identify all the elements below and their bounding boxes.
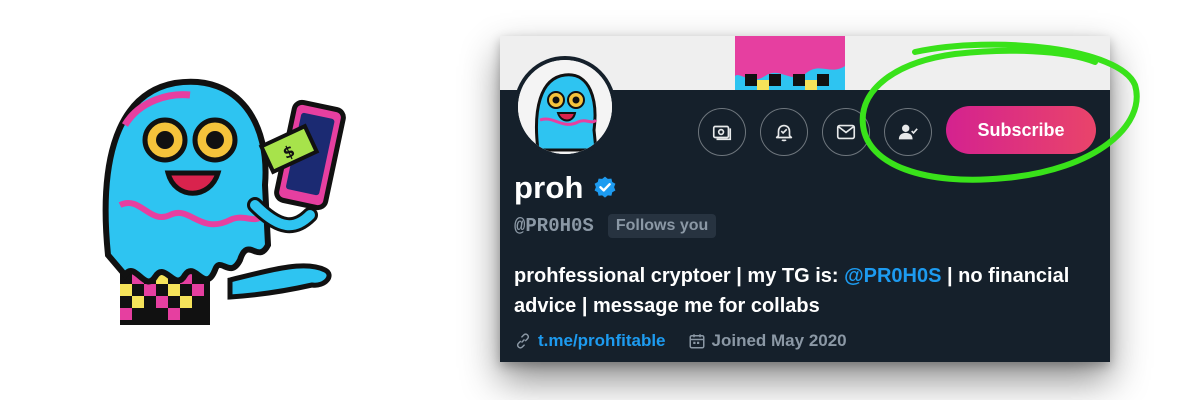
joined-date: Joined May 2020 — [711, 331, 847, 350]
message-button[interactable] — [822, 108, 870, 156]
notifications-button[interactable] — [760, 108, 808, 156]
mail-icon — [836, 124, 856, 140]
profile-card: Subscribe proh @PR0H0S Follows you prohf… — [500, 36, 1110, 362]
profile-link[interactable]: t.me/prohfitable — [538, 331, 666, 351]
link-icon — [514, 332, 532, 350]
subscribe-button[interactable]: Subscribe — [946, 106, 1096, 154]
user-handle: @PR0H0S — [514, 215, 594, 237]
display-name: proh — [514, 170, 584, 205]
bio-text-1: prohfessional cryptoer | my TG is: — [514, 265, 845, 287]
person-check-icon — [898, 124, 918, 140]
verified-badge-icon — [594, 176, 616, 198]
follows-you-badge: Follows you — [607, 214, 717, 238]
bio: prohfessional cryptoer | my TG is: @PR0H… — [514, 261, 1104, 321]
following-button[interactable] — [884, 108, 932, 156]
bell-icon — [775, 124, 793, 142]
bio-mention-link[interactable]: @PR0H0S — [844, 265, 941, 287]
money-icon — [712, 125, 732, 141]
name-row: proh — [514, 170, 618, 206]
handle-row: @PR0H0S Follows you — [514, 214, 717, 238]
avatar-ghost-image — [518, 60, 612, 154]
avatar[interactable] — [514, 56, 616, 158]
calendar-icon — [688, 332, 706, 350]
ghost-mascot-illustration: $ — [102, 78, 346, 325]
tip-money-button[interactable] — [698, 108, 746, 156]
profile-meta-row: t.me/prohfitable Joined May 2020 — [514, 331, 847, 351]
